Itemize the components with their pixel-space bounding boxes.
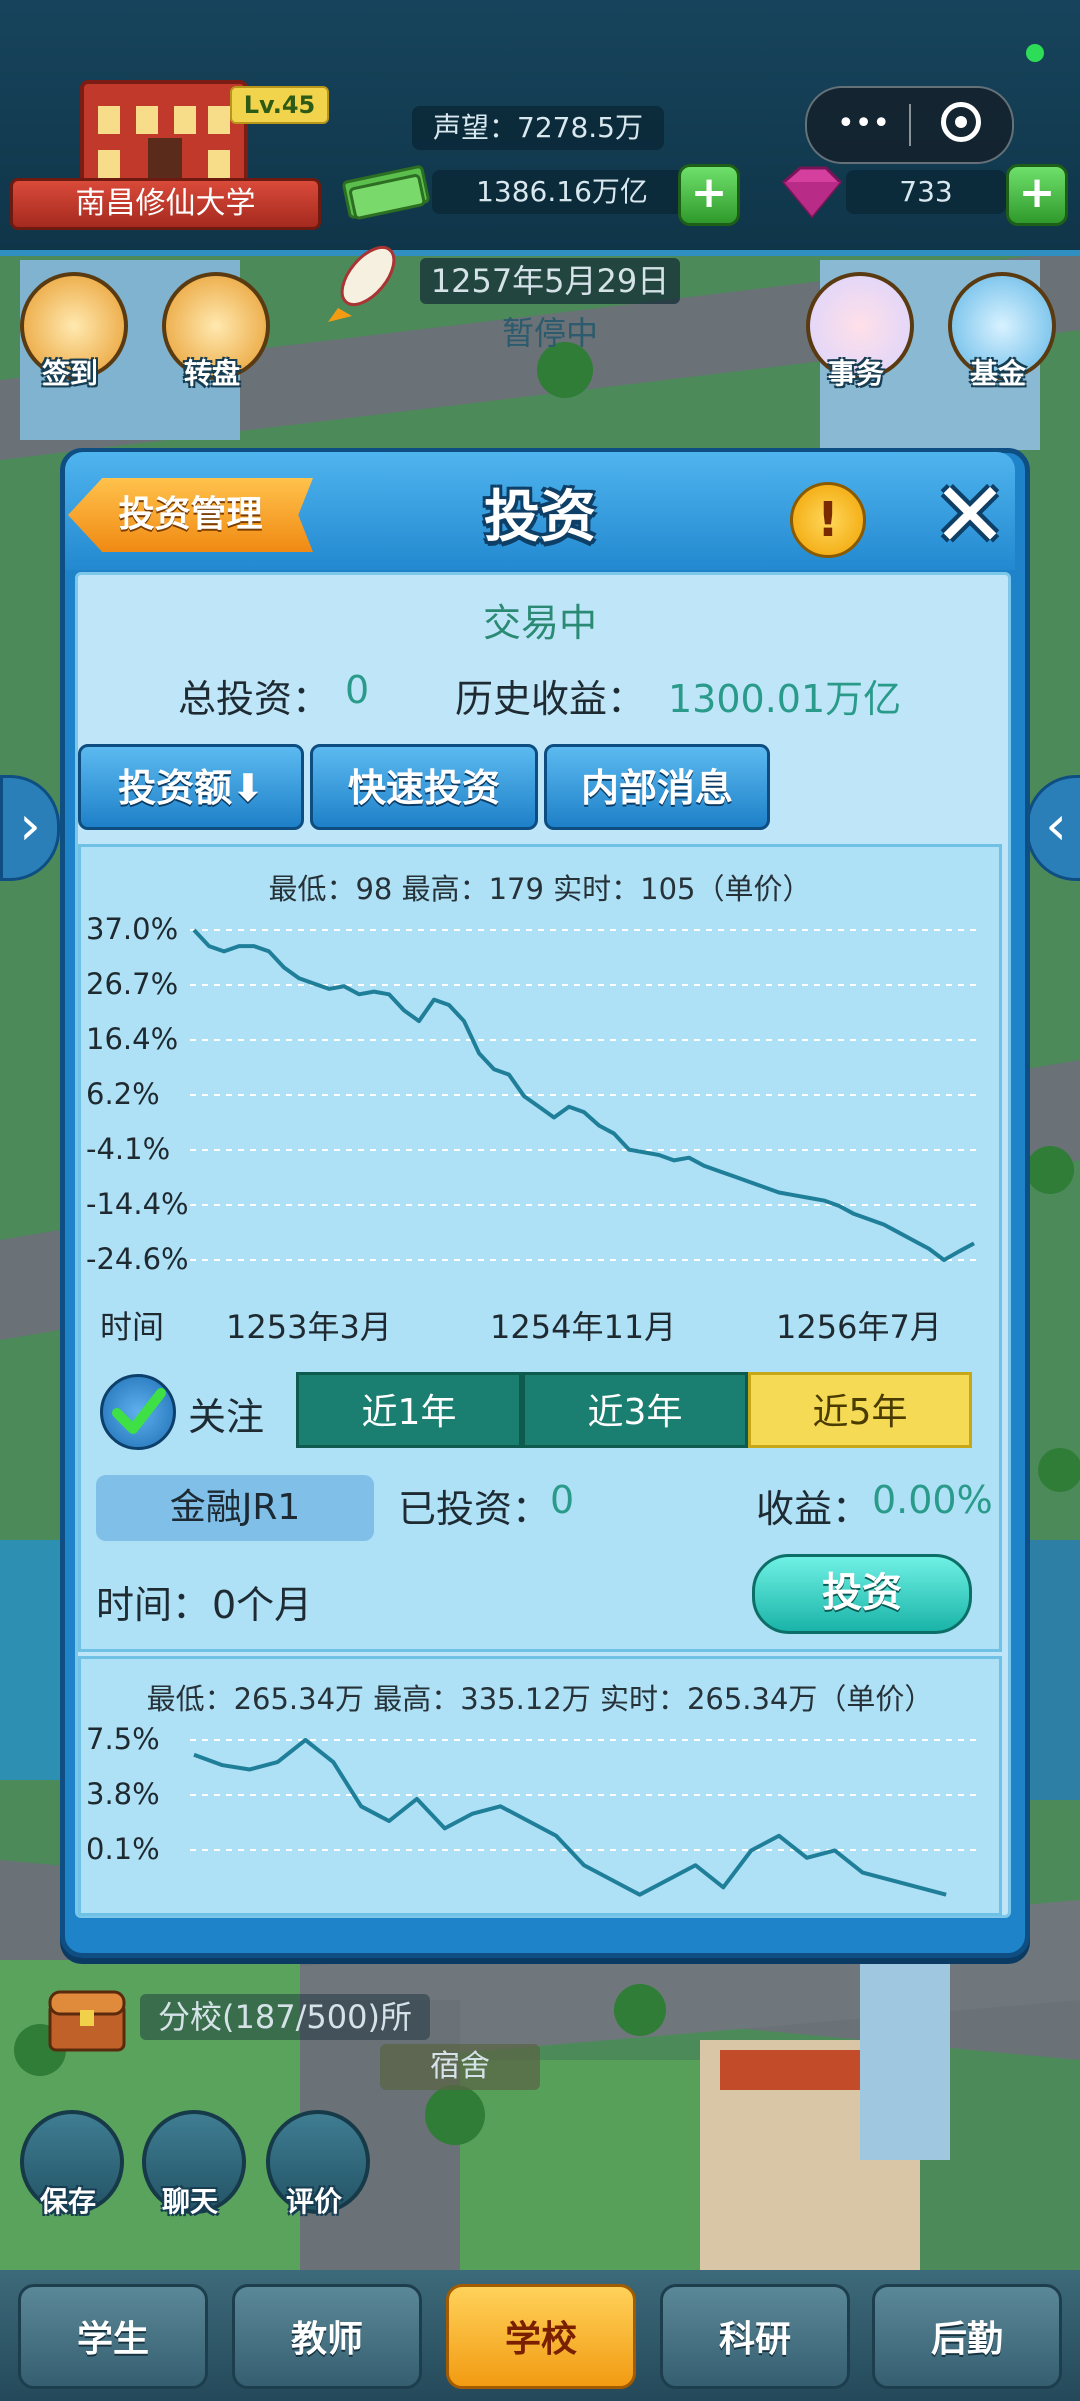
close-icon[interactable]: ✕ — [932, 471, 1008, 561]
invested-value: 0 — [550, 1478, 575, 1522]
money-icon — [342, 160, 432, 220]
add-money-button[interactable]: + — [678, 164, 740, 226]
help-icon[interactable]: ! — [790, 482, 866, 558]
quick-invest-button[interactable]: 快速投资 — [310, 744, 538, 830]
checkin-label: 签到 — [41, 357, 98, 390]
dialog-title: 投资 — [484, 485, 596, 550]
investment-amount-button[interactable]: 投资额⬇ — [78, 744, 304, 830]
total-investment-label: 总投资： — [178, 677, 331, 721]
gem-icon — [776, 162, 846, 222]
history-profit-label: 历史收益： — [455, 677, 646, 721]
range-5-year-tab[interactable]: 近5年 — [748, 1372, 972, 1448]
review-label: 评价 — [285, 2185, 342, 2218]
school-name: 南昌修仙大学 — [10, 178, 321, 230]
y-tick-label: 7.5% — [86, 1722, 160, 1756]
game-state: 暂停中 — [501, 314, 598, 352]
y-tick-label: 0.1% — [86, 1832, 160, 1866]
nav-research-tab[interactable]: 科研 — [660, 2284, 850, 2389]
x-tick-label: 1253年3月 — [226, 1308, 392, 1346]
y-tick-label: -4.1% — [86, 1132, 171, 1166]
nav-school-tab[interactable]: 学校 — [446, 2284, 636, 2389]
follow-checkbox[interactable] — [100, 1374, 176, 1450]
x-tick-label: 1254年11月 — [490, 1308, 677, 1346]
price-line-chart — [190, 928, 980, 1262]
save-label: 保存 — [39, 2185, 96, 2218]
chart-header: 最低：98 最高：179 实时：105（单价） — [268, 872, 812, 906]
price-line-chart-2 — [190, 1738, 980, 1897]
x-tick-label: 1256年7月 — [776, 1308, 942, 1346]
y-tick-label: 16.4% — [86, 1022, 179, 1056]
y-tick-label: -14.4% — [86, 1187, 189, 1221]
inside-news-button[interactable]: 内部消息 — [544, 744, 770, 830]
chat-label: 聊天 — [161, 2185, 218, 2218]
follow-label: 关注 — [188, 1395, 265, 1439]
affairs-label: 事务 — [827, 357, 884, 390]
nav-teachers-tab[interactable]: 教师 — [232, 2284, 422, 2389]
x-axis-label: 时间 — [100, 1308, 165, 1346]
fund-name: 金融JR1 — [96, 1475, 374, 1541]
nav-students-tab[interactable]: 学生 — [18, 2284, 208, 2389]
trading-status: 交易中 — [482, 601, 597, 645]
branch-count: 分校(187/500)所 — [140, 1994, 430, 2040]
add-gem-button[interactable]: + — [1006, 164, 1068, 226]
y-tick-label: 26.7% — [86, 967, 179, 1001]
history-profit-value: 1300.01万亿 — [668, 677, 902, 721]
investment-management-tab[interactable]: 投资管理 — [68, 478, 313, 552]
rocket-icon[interactable] — [318, 238, 408, 328]
close-program-icon[interactable] — [941, 102, 981, 142]
chart-header-2: 最低：265.34万 最高：335.12万 实时：265.34万（单价） — [146, 1682, 934, 1716]
y-tick-label: 6.2% — [86, 1077, 160, 1111]
nav-logistics-tab[interactable]: 后勤 — [872, 2284, 1062, 2389]
dorm-label: 宿舍 — [380, 2044, 540, 2090]
checkmark-icon — [112, 1388, 166, 1434]
profit-label: 收益： — [756, 1487, 871, 1531]
fund-label: 基金 — [969, 357, 1026, 390]
gem-value: 733 — [846, 170, 1006, 214]
range-1-year-tab[interactable]: 近1年 — [296, 1372, 522, 1448]
game-date: 1257年5月29日 — [420, 258, 680, 304]
status-dot — [1026, 44, 1044, 62]
duration-label: 时间： — [96, 1583, 211, 1627]
y-tick-label: -24.6% — [86, 1242, 189, 1276]
reputation: 声望：7278.5万 — [412, 106, 664, 150]
school-level: Lv.45 — [230, 86, 329, 124]
profit-value: 0.00% — [872, 1478, 993, 1522]
more-menu-icon[interactable]: ••• — [837, 109, 890, 139]
duration-value: 0个月 — [212, 1583, 313, 1627]
y-tick-label: 37.0% — [86, 912, 179, 946]
range-3-year-tab[interactable]: 近3年 — [522, 1372, 748, 1448]
series-line — [193, 1738, 947, 1897]
money-value: 1386.16万亿 — [432, 170, 692, 214]
y-tick-label: 3.8% — [86, 1777, 160, 1811]
branch-chest-icon[interactable] — [42, 1978, 132, 2058]
invested-label: 已投资： — [398, 1487, 551, 1531]
invest-button[interactable]: 投资 — [752, 1554, 972, 1634]
total-investment-value: 0 — [345, 668, 370, 712]
mini-program-capsule: ••• — [805, 86, 1014, 164]
wheel-label: 转盘 — [183, 357, 240, 390]
